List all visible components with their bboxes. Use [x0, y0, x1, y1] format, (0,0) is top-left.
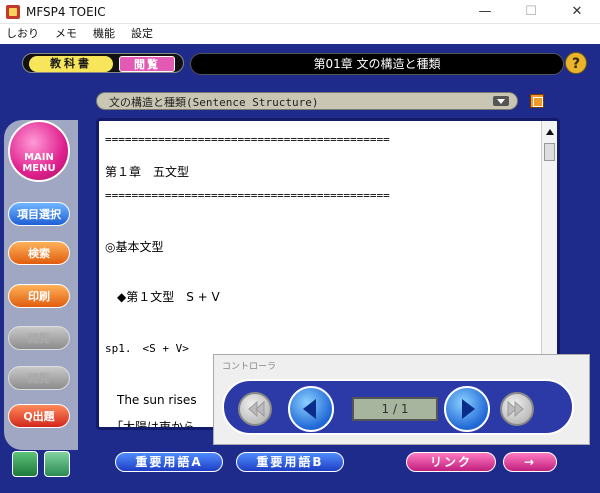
previous-button[interactable]	[288, 386, 334, 432]
chapter-title: 第01章 文の構造と種類	[190, 53, 564, 75]
scroll-thumb[interactable]	[544, 143, 555, 161]
menu-function[interactable]: 機能	[93, 24, 115, 44]
next-button[interactable]	[444, 386, 490, 432]
help-icon[interactable]: ?	[565, 52, 587, 74]
next-arrow-button[interactable]: →	[503, 452, 557, 472]
next-icon	[462, 399, 475, 419]
menu-memo[interactable]: メモ	[55, 24, 77, 44]
search-button[interactable]: 検索	[8, 241, 70, 265]
glossary-b-button[interactable]: 重要用語B	[236, 452, 344, 472]
top-toolbar: 教科書 閲覧 第01章 文の構造と種類	[14, 50, 564, 75]
mode-tabs: 教科書 閲覧	[22, 53, 184, 73]
glossary-a-button[interactable]: 重要用語A	[115, 452, 223, 472]
music-icon[interactable]	[44, 451, 70, 477]
tab-browse[interactable]: 閲覧	[119, 56, 175, 72]
close-button[interactable]: ✕	[554, 0, 600, 24]
chevron-down-icon[interactable]	[493, 96, 509, 106]
text-line: 第１章 五文型	[105, 165, 190, 179]
quiz-button[interactable]: Q出題	[8, 404, 70, 428]
rewind-icon	[248, 400, 265, 418]
maximize-button[interactable]: ☐	[508, 0, 554, 24]
menu-bookmark[interactable]: しおり	[6, 24, 39, 44]
menu-bar: しおり メモ 機能 設定	[0, 24, 600, 44]
scroll-up-icon[interactable]	[546, 129, 554, 135]
window-icon[interactable]	[530, 94, 544, 108]
controller-window: コントローラ 1 / 1	[213, 354, 590, 445]
text-line: sp1. <S + V>	[105, 342, 189, 355]
disabled-button-1: 閲覧	[8, 326, 70, 350]
text-line: ◆第１文型 S + V	[105, 290, 220, 304]
window-title: MFSP4 TOEIC	[26, 5, 106, 19]
fast-forward-icon	[507, 400, 524, 418]
app-icon	[6, 5, 20, 19]
main-menu-label-1: MAIN	[24, 152, 54, 163]
item-select-button[interactable]: 項目選択	[8, 202, 70, 226]
text-line: The sun rises	[105, 393, 197, 407]
section-title: 文の構造と種類(Sentence Structure)	[109, 96, 319, 109]
minimize-button[interactable]: —	[462, 0, 508, 24]
print-button[interactable]: 印刷	[8, 284, 70, 308]
controller-title: コントローラ	[222, 362, 277, 372]
main-menu-button[interactable]: MAIN MENU	[8, 120, 70, 182]
previous-icon	[303, 399, 316, 419]
title-bar: MFSP4 TOEIC — ☐ ✕	[0, 0, 600, 24]
disabled-button-2: 閲覧	[8, 366, 70, 390]
menu-settings[interactable]: 設定	[131, 24, 153, 44]
text-line: ◎基本文型	[105, 240, 164, 254]
text-line: ========================================…	[105, 133, 390, 146]
controller-body: 1 / 1	[222, 379, 574, 435]
rewind-button[interactable]	[238, 392, 272, 426]
section-dropdown[interactable]: 文の構造と種類(Sentence Structure)	[96, 92, 518, 110]
tab-textbook[interactable]: 教科書	[29, 56, 113, 72]
fast-forward-button[interactable]	[500, 392, 534, 426]
link-button[interactable]: リンク	[406, 452, 496, 472]
text-line: 「太陽は東から	[105, 420, 196, 430]
bookmark-icon[interactable]	[12, 451, 38, 477]
text-line: ========================================…	[105, 189, 390, 202]
page-counter: 1 / 1	[352, 397, 438, 421]
main-menu-label-2: MENU	[22, 163, 56, 174]
